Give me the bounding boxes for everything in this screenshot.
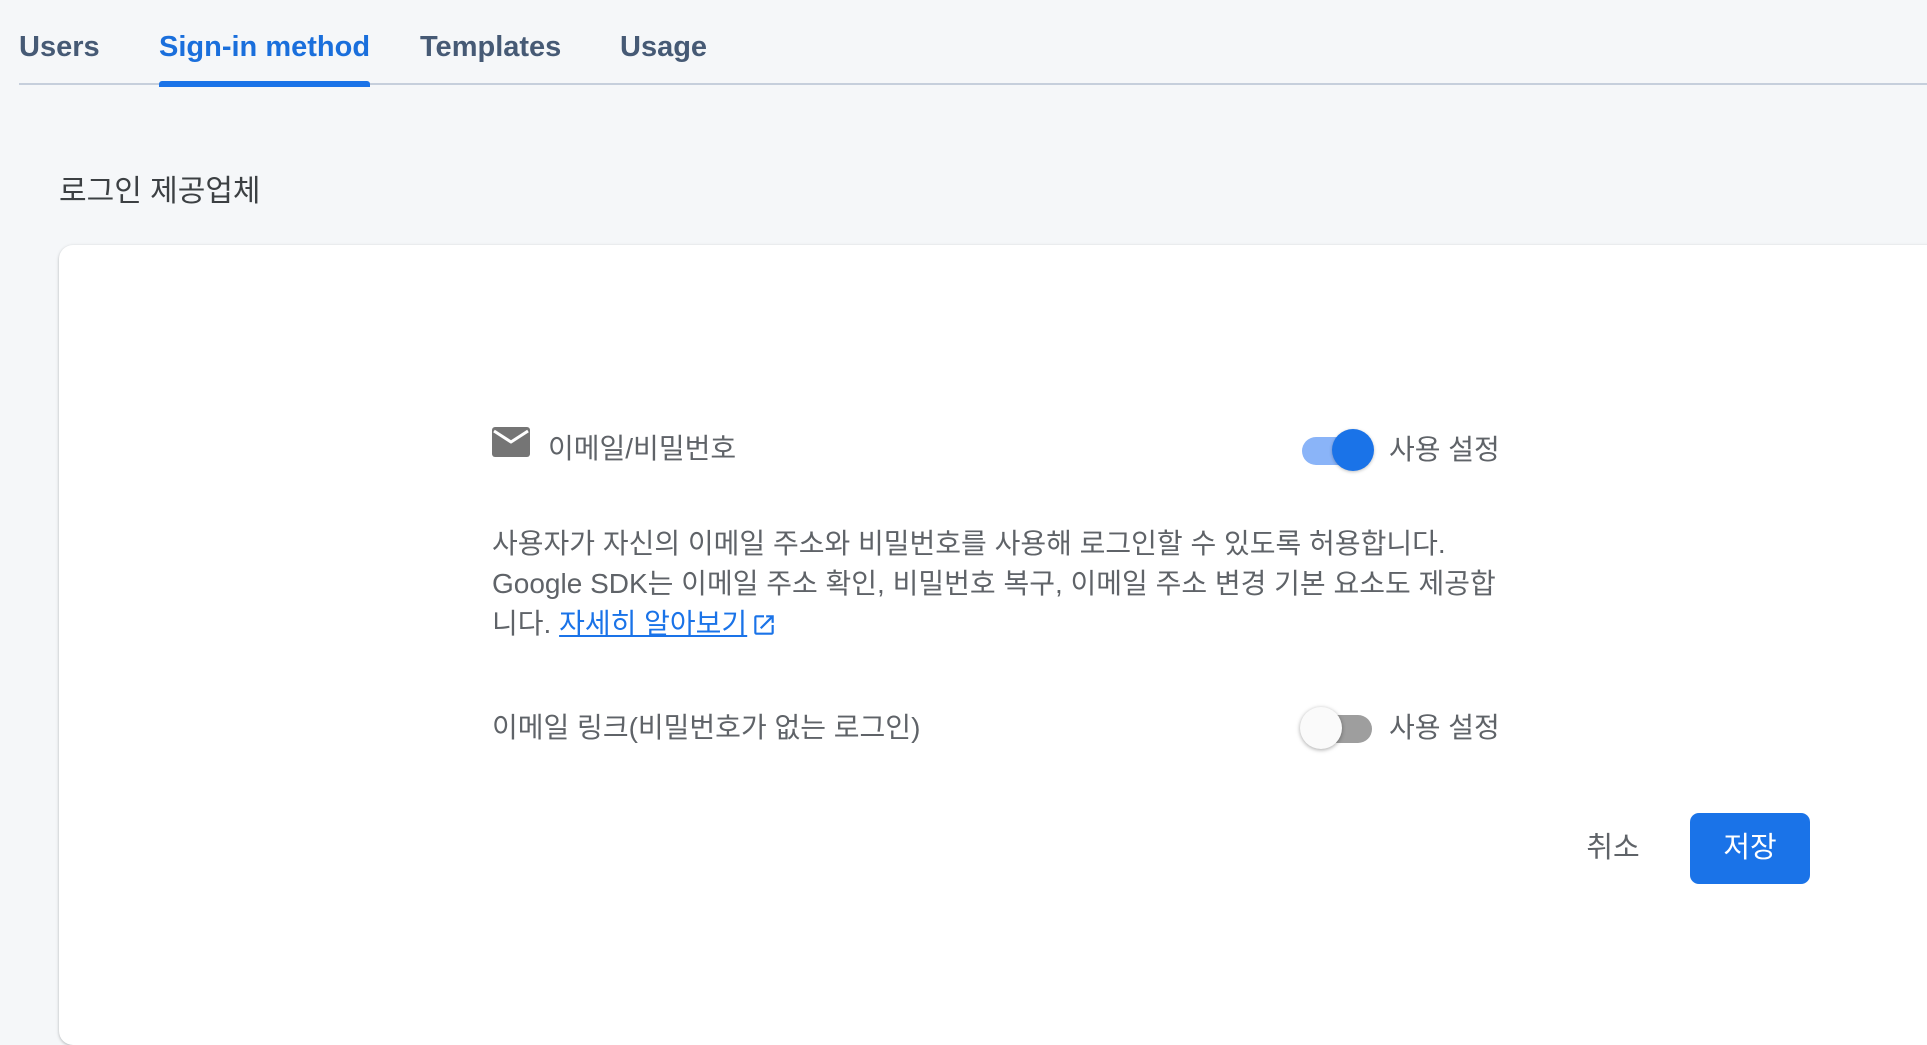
email-password-toggle[interactable]	[1300, 424, 1374, 471]
tab-usage[interactable]: Usage	[620, 0, 707, 85]
tab-users[interactable]: Users	[19, 0, 100, 85]
cancel-button[interactable]: 취소	[1568, 813, 1658, 883]
provider-description: 사용자가 자신의 이메일 주소와 비밀번호를 사용해 로그인할 수 있도록 허용…	[492, 524, 1502, 644]
external-link-icon	[754, 615, 774, 635]
tab-templates[interactable]: Templates	[420, 0, 561, 85]
toggle-thumb	[1300, 707, 1342, 749]
toggle-thumb	[1332, 429, 1374, 471]
provider-config-card	[59, 245, 1927, 1045]
tab-sign-in-method[interactable]: Sign-in method	[159, 0, 371, 87]
tab-bar: Users Sign-in method Templates Usage	[19, 0, 1927, 87]
email-link-toggle[interactable]	[1300, 702, 1372, 749]
save-button[interactable]: 저장	[1690, 813, 1810, 884]
email-link-label: 이메일 링크(비밀번호가 없는 로그인)	[492, 712, 921, 743]
mail-icon	[492, 427, 530, 457]
learn-more-link[interactable]: 자세히 알아보기	[559, 608, 747, 639]
learn-more-label: 자세히 알아보기	[559, 608, 748, 639]
email-link-toggle-label: 사용 설정	[1389, 712, 1500, 743]
section-title: 로그인 제공업체	[59, 175, 261, 208]
provider-label: 이메일/비밀번호	[548, 433, 737, 464]
email-password-toggle-label: 사용 설정	[1389, 434, 1500, 465]
